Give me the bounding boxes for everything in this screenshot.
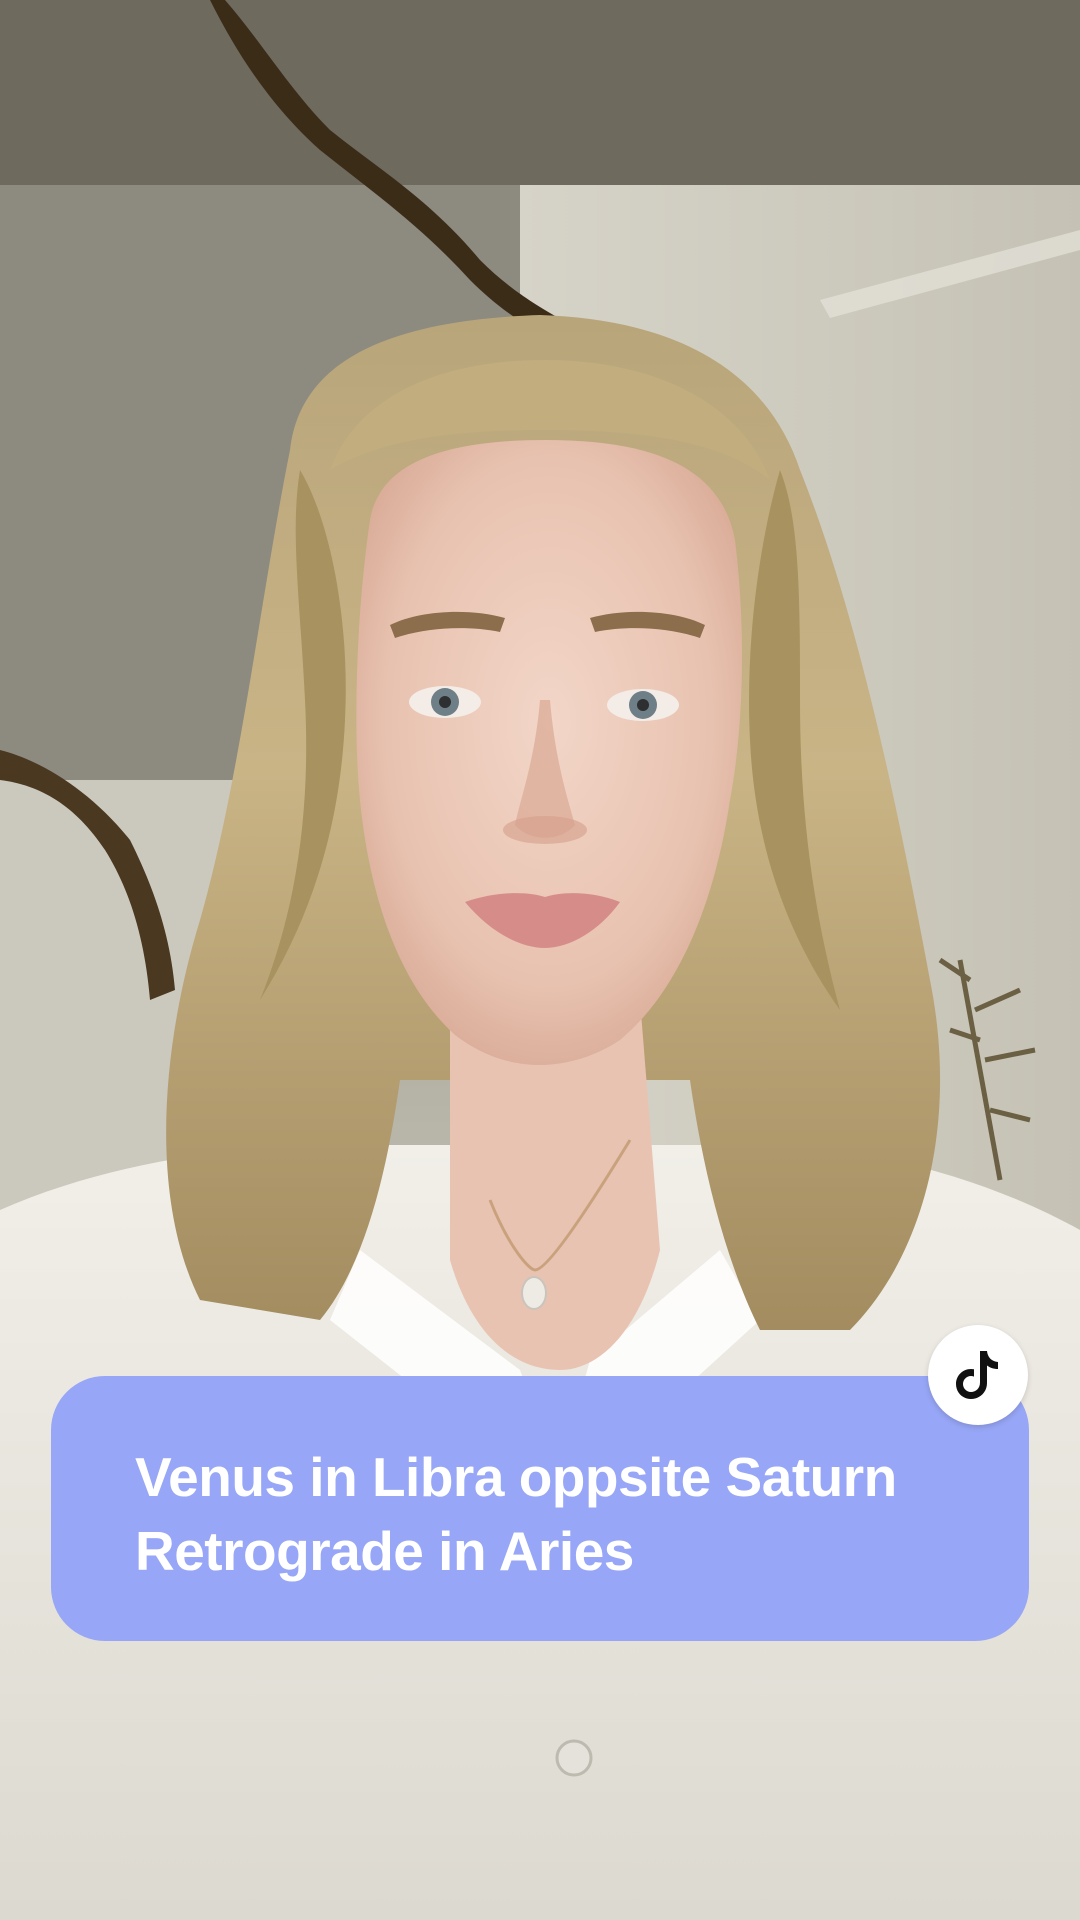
caption-line-2: Retrograde in Aries: [135, 1520, 634, 1582]
tiktok-badge[interactable]: [928, 1325, 1028, 1425]
video-frame: Venus in Libra oppsite Saturn Retrograde …: [0, 0, 1080, 1920]
tiktok-logo-icon: [956, 1351, 998, 1399]
caption-card: Venus in Libra oppsite Saturn Retrograde …: [51, 1376, 1029, 1641]
caption-text: Venus in Libra oppsite Saturn Retrograde …: [135, 1440, 989, 1588]
caption-line-1: Venus in Libra oppsite Saturn: [135, 1446, 897, 1508]
